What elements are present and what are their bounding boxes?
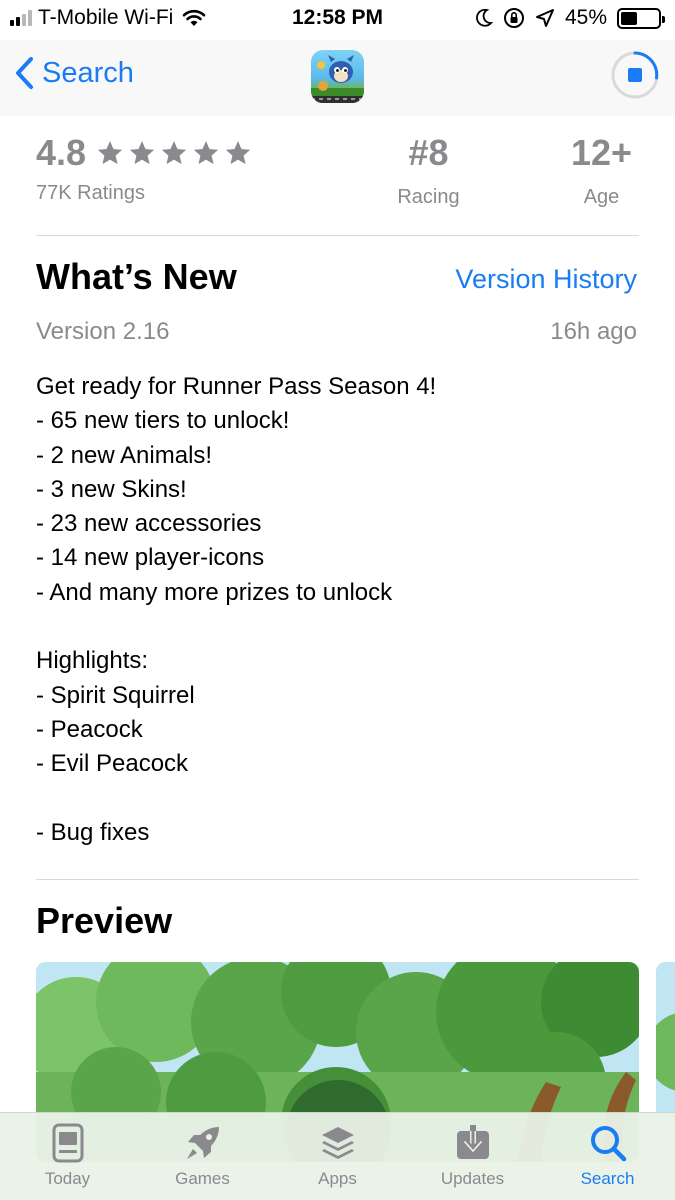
release-note-line: - 2 new Animals! [36, 441, 213, 469]
release-note-line: Get ready for Runner Pass Season 4! [36, 373, 437, 400]
release-notes: Get ready for Runner Pass Season 4! - 65 … [36, 370, 639, 850]
release-note-line: - Bug fixes [36, 818, 150, 846]
app-icon [311, 50, 364, 103]
tab-label: Games [175, 1169, 230, 1188]
release-note-line: - And many more prizes to unlock [36, 578, 393, 606]
release-note-line [36, 610, 639, 644]
ratings-count: 77K Ratings [36, 182, 145, 204]
updates-download-icon [456, 1125, 489, 1159]
tab-apps[interactable]: Apps [270, 1113, 405, 1200]
release-note-line: - Peacock [36, 715, 143, 743]
release-note-line: - 23 new accessories [36, 510, 262, 538]
release-time: 16h ago [550, 318, 637, 345]
tab-label: Apps [318, 1169, 357, 1188]
tab-today[interactable]: Today [0, 1113, 135, 1200]
rocket-icon [186, 1127, 219, 1159]
apps-stack-icon [321, 1127, 354, 1159]
preview-heading: Preview [36, 900, 173, 941]
rank-number: #8 [408, 132, 449, 173]
release-note-line: - 14 new player-icons [36, 544, 265, 572]
moon-icon [476, 8, 493, 27]
release-note-line: - Spirit Squirrel [36, 681, 195, 709]
tab-label: Updates [440, 1169, 505, 1188]
divider [36, 879, 639, 880]
ratings-summary: 4.8 77K Ratings #8 Racing 12+ Age [36, 128, 639, 236]
release-note-line: - 65 new tiers to unlock! [36, 407, 290, 435]
rating-score-row: 4.8 [36, 132, 252, 174]
tab-games[interactable]: Games [135, 1113, 270, 1200]
star-icon [161, 141, 187, 165]
version-label: Version 2.16 [36, 318, 170, 345]
star-icon [129, 141, 155, 165]
star-icon [225, 141, 251, 165]
tab-label: Today [44, 1169, 91, 1188]
location-icon [535, 9, 554, 27]
age-rating: 12+ Age [564, 128, 639, 209]
tab-bar: Today Games Apps Updates Search [0, 1112, 675, 1200]
today-icon [52, 1123, 83, 1163]
tab-updates[interactable]: Updates [405, 1113, 540, 1200]
battery-icon [617, 7, 665, 29]
star-icon [97, 141, 123, 165]
chart-rank[interactable]: #8 Racing [376, 128, 481, 209]
rank-category: Racing [397, 186, 460, 208]
tab-search[interactable]: Search [540, 1113, 675, 1200]
status-bar: T-Mobile Wi-Fi 12:58 PM 45% [0, 0, 675, 40]
rating-score: 4.8 [36, 132, 87, 173]
star-icon [193, 141, 219, 165]
chevron-left-icon [16, 57, 33, 89]
release-note-line: - Evil Peacock [36, 750, 189, 778]
back-button[interactable]: Search [14, 56, 134, 90]
release-note-line: Highlights: [36, 647, 149, 675]
whats-new-heading: What’s New [36, 256, 237, 297]
version-history-link[interactable]: Version History [455, 264, 637, 295]
tab-label: Search [580, 1169, 635, 1188]
release-note-line [36, 782, 639, 816]
status-right: 45% [475, 6, 665, 30]
back-button-label: Search [42, 56, 134, 89]
rotation-lock-icon [503, 8, 524, 28]
navigation-bar: Search [0, 40, 675, 116]
release-note-line: - 3 new Skins! [36, 475, 187, 503]
battery-percent: 45% [564, 6, 607, 29]
stop-download-button[interactable] [610, 50, 660, 100]
search-icon [590, 1126, 626, 1162]
age-label: Age [583, 186, 620, 208]
star-rating [96, 139, 252, 167]
age-value: 12+ [570, 132, 633, 173]
